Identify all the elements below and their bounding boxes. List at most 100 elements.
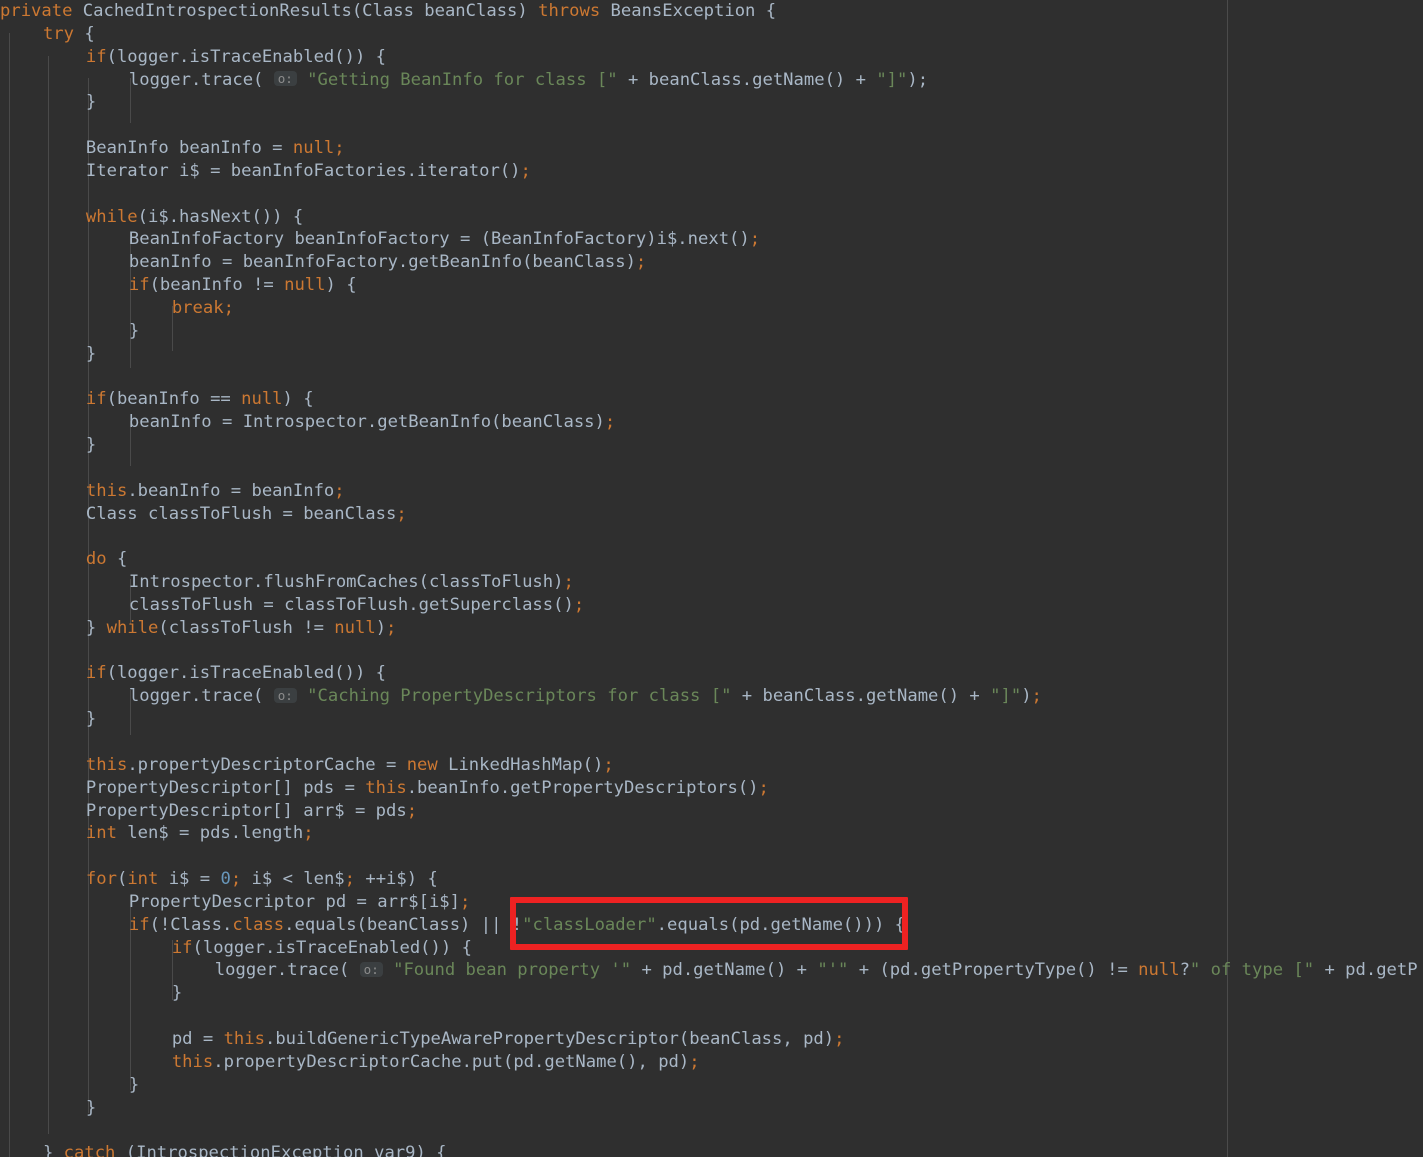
code-token-kw: try [42, 23, 74, 44]
code-line[interactable]: } [0, 982, 1423, 1005]
code-token-def: ? [1179, 960, 1190, 981]
code-line[interactable]: if(beanInfo != null) { [0, 274, 1423, 297]
code-token-def: } [85, 343, 97, 364]
code-token-def: PropertyDescriptor[] pds = [85, 777, 366, 798]
code-line[interactable]: Introspector.flushFromCaches(classToFlus… [0, 571, 1423, 594]
code-token-sem: ; [460, 891, 471, 912]
code-line[interactable]: } [0, 1074, 1423, 1097]
code-line[interactable]: beanInfo = Introspector.getBeanInfo(bean… [0, 411, 1423, 434]
code-token-def: logger.trace( [128, 69, 274, 90]
parameter-hint-badge: o: [359, 961, 383, 977]
code-line[interactable]: } [0, 708, 1423, 731]
code-token-kw: this [365, 777, 407, 798]
code-line[interactable] [0, 525, 1423, 548]
code-line[interactable] [0, 114, 1423, 137]
code-line[interactable]: break; [0, 297, 1423, 320]
code-token-str: "]" [990, 686, 1022, 707]
code-line[interactable]: PropertyDescriptor pd = arr$[i$]; [0, 891, 1423, 914]
code-token-def: (logger.isTraceEnabled()) { [192, 937, 472, 958]
code-token-str: " of type [" [1189, 960, 1315, 981]
code-line[interactable]: classToFlush = classToFlush.getSuperclas… [0, 594, 1423, 617]
code-token-def: (!Class. [149, 914, 233, 935]
code-token-sem: ; [573, 594, 585, 615]
code-line[interactable]: PropertyDescriptor[] pds = this.beanInfo… [0, 777, 1423, 800]
code-line[interactable]: try { [0, 23, 1423, 46]
code-token-sem: ; [334, 138, 345, 159]
code-line[interactable]: pd = this.buildGenericTypeAwarePropertyD… [0, 1028, 1423, 1051]
code-token-sem: ; [603, 754, 614, 775]
code-token-def: } [85, 1097, 97, 1118]
code-token-def: .equals(beanClass) || [284, 914, 512, 935]
code-text-area[interactable]: private CachedIntrospectionResults(Class… [0, 0, 1423, 1157]
code-token-def: } [171, 983, 183, 1004]
code-token-kw: do [85, 549, 107, 570]
code-token-str: "Found bean property '" [393, 960, 632, 981]
code-token-def: len$ = pds.length [116, 823, 304, 844]
code-line[interactable]: Iterator i$ = beanInfoFactories.iterator… [0, 160, 1423, 183]
parameter-hint-badge: o: [273, 71, 297, 87]
code-line[interactable] [0, 1005, 1423, 1028]
code-line[interactable]: logger.trace( o: "Found bean property '"… [0, 959, 1423, 982]
code-line[interactable]: if(logger.isTraceEnabled()) { [0, 662, 1423, 685]
code-token-kw: private [0, 1, 73, 21]
code-token-def: classToFlush = classToFlush.getSuperclas… [128, 594, 574, 615]
code-line[interactable]: } [0, 434, 1423, 457]
code-line[interactable]: this.propertyDescriptorCache = new Linke… [0, 754, 1423, 777]
code-token-sem: ; [563, 572, 574, 593]
code-line[interactable]: if(logger.isTraceEnabled()) { [0, 46, 1423, 69]
code-line[interactable] [0, 640, 1423, 663]
code-line[interactable]: int len$ = pds.length; [0, 822, 1423, 845]
code-line[interactable]: beanInfo = beanInfoFactory.getBeanInfo(b… [0, 251, 1423, 274]
code-line[interactable] [0, 183, 1423, 206]
code-token-sem: ; [406, 800, 418, 821]
code-line[interactable]: while(i$.hasNext()) { [0, 206, 1423, 229]
code-token-def: ) [375, 617, 387, 638]
code-line[interactable] [0, 1119, 1423, 1142]
code-token-def: + beanClass.getName() + [617, 69, 877, 90]
code-line[interactable]: if(!Class.class.equals(beanClass) || !"c… [0, 914, 1423, 937]
code-line[interactable] [0, 845, 1423, 868]
code-token-kw: if [128, 914, 150, 935]
code-token-def: + beanClass.getName() + [731, 686, 991, 707]
code-line[interactable]: logger.trace( o: "Caching PropertyDescri… [0, 685, 1423, 708]
code-line[interactable] [0, 731, 1423, 754]
code-token-def: { [106, 549, 128, 570]
code-token-def: } [128, 1074, 140, 1095]
code-line[interactable]: private CachedIntrospectionResults(Class… [0, 0, 1423, 23]
code-line[interactable]: BeanInfoFactory beanInfoFactory = (BeanI… [0, 228, 1423, 251]
code-token-sem: ; [520, 160, 531, 181]
code-line[interactable] [0, 457, 1423, 480]
code-line[interactable] [0, 366, 1423, 389]
code-line[interactable]: } [0, 343, 1423, 366]
code-token-def: { [74, 23, 95, 44]
code-line[interactable]: this.beanInfo = beanInfo; [0, 480, 1423, 503]
code-line[interactable]: this.propertyDescriptorCache.put(pd.getN… [0, 1051, 1423, 1074]
code-line[interactable]: Class classToFlush = beanClass; [0, 503, 1423, 526]
parameter-hint-badge: o: [273, 687, 297, 703]
code-token-def: (i$.hasNext()) { [137, 206, 304, 227]
code-token-sem: ; [834, 1028, 845, 1049]
code-token-def: ! [511, 914, 523, 935]
code-token-def: } [85, 617, 107, 638]
code-line[interactable]: } [0, 91, 1423, 114]
code-token-kw: for [85, 869, 117, 890]
code-line[interactable]: logger.trace( o: "Getting BeanInfo for c… [0, 69, 1423, 92]
code-line[interactable]: BeanInfo beanInfo = null; [0, 137, 1423, 160]
code-line[interactable]: PropertyDescriptor[] arr$ = pds; [0, 800, 1423, 823]
code-line[interactable]: } [0, 320, 1423, 343]
code-line[interactable]: do { [0, 548, 1423, 571]
code-line[interactable]: } [0, 1097, 1423, 1120]
code-line[interactable]: if(logger.isTraceEnabled()) { [0, 937, 1423, 960]
code-token-def [383, 960, 393, 980]
code-line[interactable]: } catch (IntrospectionException var9) { [0, 1142, 1423, 1157]
code-token-def: .beanInfo = beanInfo [127, 480, 335, 501]
code-editor[interactable]: private CachedIntrospectionResults(Class… [0, 0, 1423, 1157]
code-token-sem: ; [344, 869, 356, 890]
code-token-def: (logger.isTraceEnabled()) { [106, 46, 386, 67]
code-token-def: i$ = [158, 869, 221, 890]
code-token-sem: ; [758, 777, 769, 798]
code-line[interactable]: if(beanInfo == null) { [0, 388, 1423, 411]
code-token-kw: while [106, 617, 159, 638]
code-line[interactable]: for(int i$ = 0; i$ < len$; ++i$) { [0, 868, 1423, 891]
code-line[interactable]: } while(classToFlush != null); [0, 617, 1423, 640]
